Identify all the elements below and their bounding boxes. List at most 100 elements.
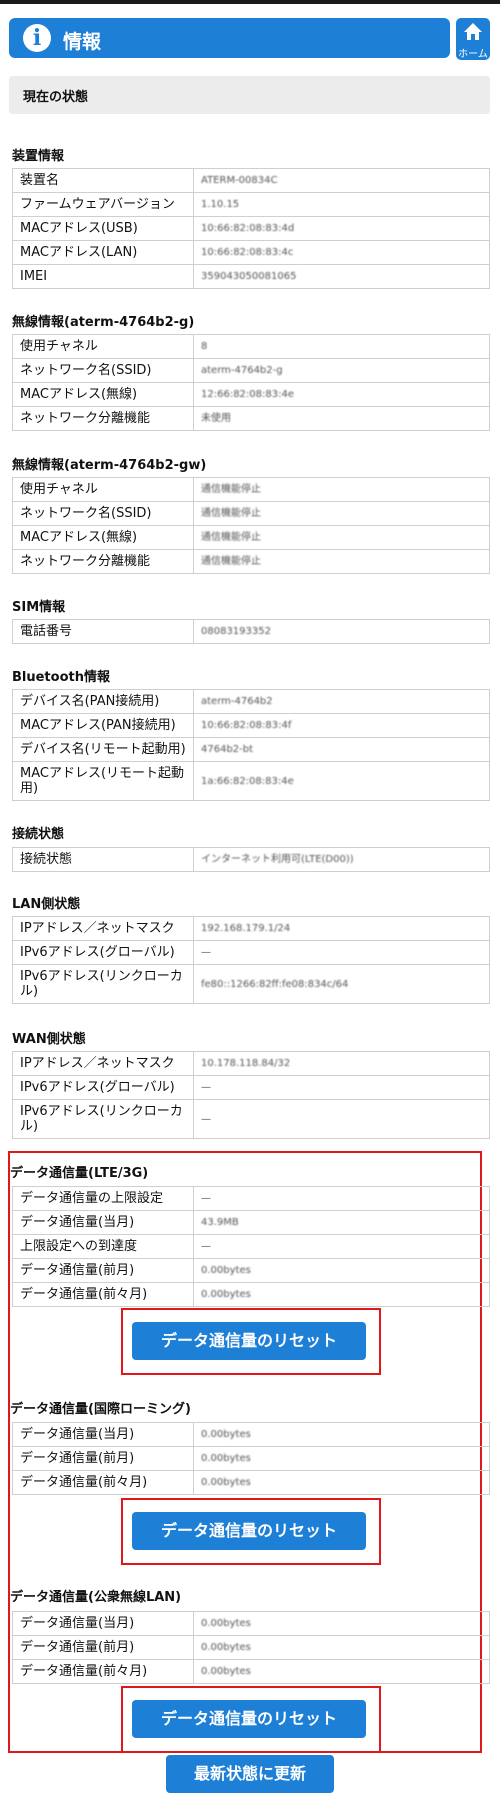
table-row: データ通信量(当月) 0.00bytes	[12, 1422, 490, 1447]
row-value: 10:66:82:08:83:4d	[193, 216, 490, 241]
section-title-data-wlan: データ通信量(公衆無線LAN)	[10, 1590, 182, 1605]
row-label: ネットワーク分離機能	[12, 406, 194, 431]
row-value: 0.00bytes	[193, 1446, 490, 1471]
row-label: MACアドレス(無線)	[12, 525, 194, 550]
table-row: IPアドレス／ネットマスク 10.178.118.84/32	[12, 1051, 490, 1076]
section-title-wireless-g: 無線情報(aterm-4764b2-g)	[12, 315, 195, 330]
row-label: データ通信量(前月)	[12, 1635, 194, 1660]
row-label: データ通信量(前月)	[12, 1446, 194, 1471]
row-value: 1a:66:82:08:83:4e	[193, 761, 490, 801]
table-row: デバイス名(PAN接続用) aterm-4764b2	[12, 689, 490, 714]
row-value: 0.00bytes	[193, 1470, 490, 1495]
row-label: MACアドレス(USB)	[12, 216, 194, 241]
section-title-data-lte: データ通信量(LTE/3G)	[10, 1166, 149, 1181]
table-row: MACアドレス(無線) 12:66:82:08:83:4e	[12, 382, 490, 407]
table-row: MACアドレス(PAN接続用) 10:66:82:08:83:4f	[12, 713, 490, 738]
row-value: —	[193, 1186, 490, 1211]
row-value: 12:66:82:08:83:4e	[193, 382, 490, 407]
section-title-lan: LAN側状態	[12, 897, 81, 912]
data-roaming-table: データ通信量(当月) 0.00bytes データ通信量(前月) 0.00bytes …	[12, 1422, 490, 1495]
row-value: 0.00bytes	[193, 1282, 490, 1307]
info-icon: i	[23, 24, 51, 52]
row-label: データ通信量(前々月)	[12, 1282, 194, 1307]
refresh-status-button[interactable]: 最新状態に更新	[166, 1755, 334, 1793]
row-value: 0.00bytes	[193, 1258, 490, 1283]
row-value: 43.9MB	[193, 1210, 490, 1235]
home-icon	[464, 23, 482, 40]
row-label: 使用チャネル	[12, 477, 194, 502]
reset-data-roaming-button[interactable]: データ通信量のリセット	[132, 1512, 366, 1550]
row-value: 未使用	[193, 406, 490, 431]
row-label: データ通信量(当月)	[12, 1210, 194, 1235]
row-label: 上限設定への到達度	[12, 1234, 194, 1259]
bluetooth-table: デバイス名(PAN接続用) aterm-4764b2 MACアドレス(PAN接続用…	[12, 689, 490, 801]
row-label: データ通信量(前々月)	[12, 1470, 194, 1495]
device-info-table: 装置名 ATERM-00834C ファームウェアバージョン 1.10.15 MACア…	[12, 168, 490, 289]
data-wlan-table: データ通信量(当月) 0.00bytes データ通信量(前月) 0.00bytes …	[12, 1611, 490, 1684]
table-row: IPv6アドレス(リンクローカル) —	[12, 1099, 490, 1139]
table-row: データ通信量(当月) 43.9MB	[12, 1210, 490, 1235]
row-label: 使用チャネル	[12, 334, 194, 359]
row-label: 装置名	[12, 168, 194, 193]
table-row: データ通信量(前月) 0.00bytes	[12, 1446, 490, 1471]
section-title-connection: 接続状態	[12, 827, 65, 842]
row-value: —	[193, 1234, 490, 1259]
row-label: MACアドレス(PAN接続用)	[12, 713, 194, 738]
row-value: —	[193, 1075, 490, 1100]
row-label: ファームウェアバージョン	[12, 192, 194, 217]
row-value: 192.168.179.1/24	[193, 916, 490, 941]
row-label: 接続状態	[12, 847, 194, 872]
row-label: データ通信量の上限設定	[12, 1186, 194, 1211]
wireless-g-table: 使用チャネル 8 ネットワーク名(SSID) aterm-4764b2-g MACア…	[12, 334, 490, 431]
row-value: 10:66:82:08:83:4c	[193, 240, 490, 265]
row-value: 1.10.15	[193, 192, 490, 217]
row-value: ATERM-00834C	[193, 168, 490, 193]
table-row: 接続状態 インターネット利用可(LTE(D00))	[12, 847, 490, 872]
section-title-wan: WAN側状態	[12, 1032, 86, 1047]
row-value: 通信機能停止	[193, 549, 490, 574]
section-title-sim: SIM情報	[12, 600, 66, 615]
row-label: IPアドレス／ネットマスク	[12, 1051, 194, 1076]
row-label: IPv6アドレス(グローバル)	[12, 940, 194, 965]
row-label: データ通信量(前々月)	[12, 1659, 194, 1684]
row-label: ネットワーク分離機能	[12, 549, 194, 574]
table-row: デバイス名(リモート起動用) 4764b2-bt	[12, 737, 490, 762]
row-label: MACアドレス(無線)	[12, 382, 194, 407]
wan-table: IPアドレス／ネットマスク 10.178.118.84/32 IPv6アドレス(グ…	[12, 1051, 490, 1139]
table-row: データ通信量の上限設定 —	[12, 1186, 490, 1211]
row-value: aterm-4764b2	[193, 689, 490, 714]
reset-data-lte-button[interactable]: データ通信量のリセット	[132, 1322, 366, 1360]
table-row: データ通信量(前月) 0.00bytes	[12, 1635, 490, 1660]
table-row: ネットワーク名(SSID) aterm-4764b2-g	[12, 358, 490, 383]
table-row: 装置名 ATERM-00834C	[12, 168, 490, 193]
row-label: IPv6アドレス(リンクローカル)	[12, 1099, 194, 1139]
table-row: IMEI 359043050081065	[12, 264, 490, 289]
reset-data-wlan-button[interactable]: データ通信量のリセット	[132, 1700, 366, 1738]
row-label: IPv6アドレス(グローバル)	[12, 1075, 194, 1100]
connection-table: 接続状態 インターネット利用可(LTE(D00))	[12, 847, 490, 872]
row-value: fe80::1266:82ff:fe08:834c/64	[193, 964, 490, 1004]
home-label: ホーム	[458, 49, 488, 60]
row-value: 359043050081065	[193, 264, 490, 289]
table-row: MACアドレス(無線) 通信機能停止	[12, 525, 490, 550]
page-title: 情報	[63, 31, 102, 53]
table-row: 上限設定への到達度 —	[12, 1234, 490, 1259]
status-bar: 現在の状態	[9, 76, 490, 114]
row-value: 通信機能停止	[193, 501, 490, 526]
row-label: データ通信量(当月)	[12, 1422, 194, 1447]
table-row: ネットワーク名(SSID) 通信機能停止	[12, 501, 490, 526]
home-button[interactable]: ホーム	[456, 18, 490, 60]
row-value: 10:66:82:08:83:4f	[193, 713, 490, 738]
table-row: MACアドレス(USB) 10:66:82:08:83:4d	[12, 216, 490, 241]
row-value: 0.00bytes	[193, 1659, 490, 1684]
row-label: MACアドレス(リモート起動用)	[12, 761, 194, 801]
table-row: データ通信量(前々月) 0.00bytes	[12, 1470, 490, 1495]
row-label: ネットワーク名(SSID)	[12, 358, 194, 383]
status-title: 現在の状態	[23, 90, 89, 105]
table-row: IPv6アドレス(リンクローカル) fe80::1266:82ff:fe08:83…	[12, 964, 490, 1004]
table-row: IPアドレス／ネットマスク 192.168.179.1/24	[12, 916, 490, 941]
row-label: IPアドレス／ネットマスク	[12, 916, 194, 941]
row-value: 通信機能停止	[193, 477, 490, 502]
row-label: ネットワーク名(SSID)	[12, 501, 194, 526]
section-title-data-roaming: データ通信量(国際ローミング)	[10, 1402, 191, 1417]
